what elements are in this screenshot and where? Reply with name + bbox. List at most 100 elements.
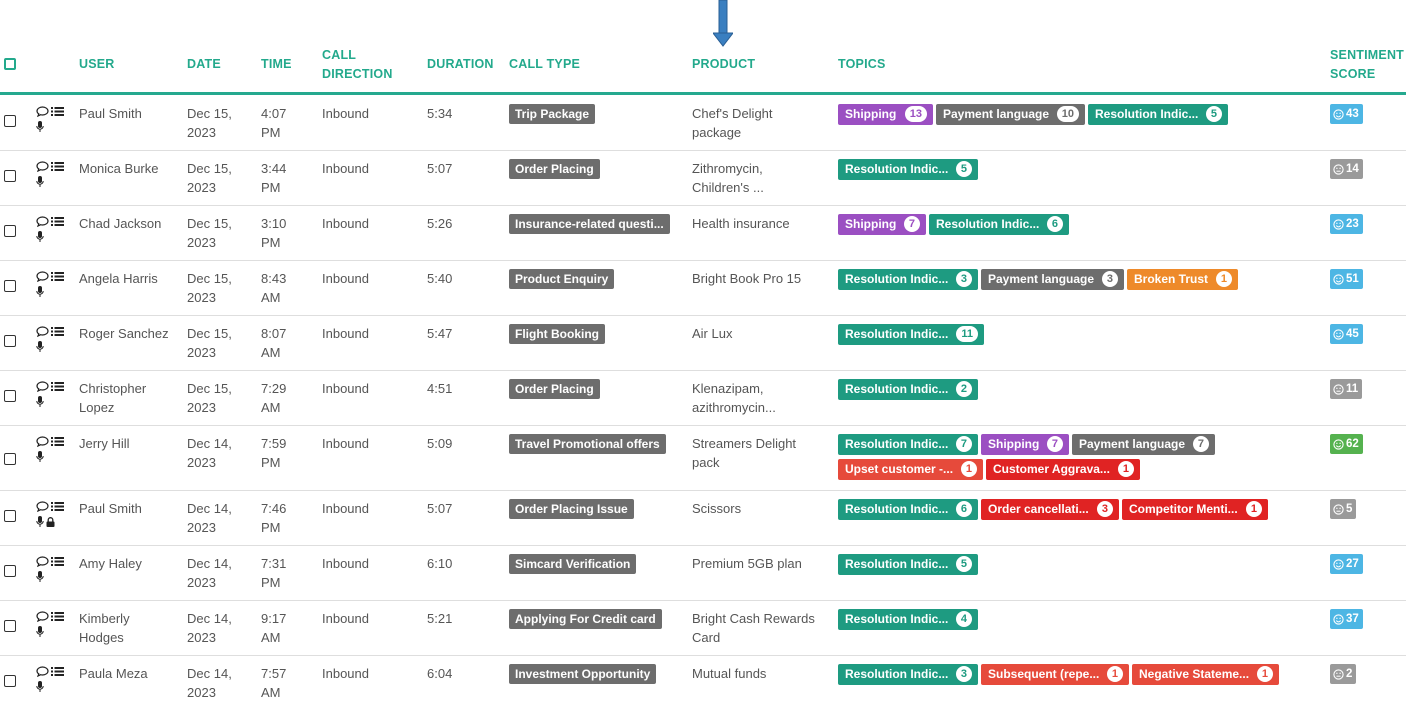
topic-tag[interactable]: Shipping 13: [838, 104, 933, 125]
table-row[interactable]: Angela Harris Dec 15, 2023 8:43 AM Inbound 5:4…: [0, 261, 1406, 316]
microphone-icon[interactable]: [36, 231, 44, 242]
chat-icon[interactable]: [36, 106, 49, 117]
topic-tag[interactable]: Shipping 7: [838, 214, 926, 235]
list-icon[interactable]: [51, 501, 64, 512]
row-checkbox[interactable]: [4, 170, 16, 182]
list-icon[interactable]: [51, 666, 64, 677]
row-checkbox[interactable]: [4, 115, 16, 127]
topic-tag[interactable]: Broken Trust 1: [1127, 269, 1238, 290]
call-time-line: AM: [261, 685, 281, 700]
list-icon[interactable]: [51, 436, 64, 447]
call-duration: 6:04: [427, 666, 453, 681]
column-header-time[interactable]: TIME: [261, 55, 292, 74]
list-icon[interactable]: [51, 611, 64, 622]
column-header-duration[interactable]: DURATION: [427, 55, 494, 74]
call-date: Dec 14, 2023: [187, 664, 257, 701]
topic-tag[interactable]: Resolution Indic... 6: [929, 214, 1069, 235]
call-date: Dec 15, 2023: [187, 214, 257, 252]
column-header-call-type[interactable]: CALL TYPE: [509, 55, 580, 74]
row-checkbox[interactable]: [4, 280, 16, 292]
topic-tag[interactable]: Resolution Indic... 2: [838, 379, 978, 400]
table-row[interactable]: Paul Smith Dec 14, 2023 7:46 PM Inbound 5:07 Or…: [0, 491, 1406, 546]
table-row[interactable]: Chad Jackson Dec 15, 2023 3:10 PM Inbound 5:26…: [0, 206, 1406, 261]
chat-icon[interactable]: [36, 556, 49, 567]
chat-icon[interactable]: [36, 271, 49, 282]
topic-tag[interactable]: Payment language 7: [1072, 434, 1215, 455]
table-row[interactable]: Kimberly Hodges Dec 14, 2023 9:17 AM Inbound 5:…: [0, 601, 1406, 656]
chat-icon[interactable]: [36, 611, 49, 622]
list-icon[interactable]: [51, 556, 64, 567]
chat-icon[interactable]: [36, 326, 49, 337]
sentiment-score-value: 51: [1346, 273, 1359, 285]
topic-tag[interactable]: Resolution Indic... 5: [1088, 104, 1228, 125]
table-row[interactable]: Paul Smith Dec 15, 2023 4:07 PM Inbound 5:34 Tr…: [0, 96, 1406, 151]
table-row[interactable]: Jerry Hill Dec 14, 2023 7:59 PM Inbound 5:09 Tr…: [0, 426, 1406, 491]
microphone-icon[interactable]: [36, 516, 44, 527]
select-all-checkbox[interactable]: [4, 58, 16, 70]
list-icon[interactable]: [51, 271, 64, 282]
chat-icon[interactable]: [36, 501, 49, 512]
column-header-call-direction[interactable]: CALL DIRECTION: [322, 46, 393, 84]
topic-tag[interactable]: Resolution Indic... 3: [838, 664, 978, 685]
topic-tag[interactable]: Customer Aggrava... 1: [986, 459, 1140, 480]
microphone-icon[interactable]: [36, 626, 44, 637]
table-row[interactable]: Amy Haley Dec 14, 2023 7:31 PM Inbound 6:10 Sim…: [0, 546, 1406, 601]
microphone-icon[interactable]: [36, 451, 44, 462]
column-header-sentiment-score[interactable]: SENTIMENT SCORE: [1330, 46, 1404, 84]
microphone-icon[interactable]: [36, 396, 44, 407]
list-icon[interactable]: [51, 381, 64, 392]
row-checkbox[interactable]: [4, 335, 16, 347]
list-icon[interactable]: [51, 216, 64, 227]
column-header-topics[interactable]: TOPICS: [838, 55, 886, 74]
table-row[interactable]: Roger Sanchez Dec 15, 2023 8:07 AM Inbound 5:4…: [0, 316, 1406, 371]
row-checkbox[interactable]: [4, 390, 16, 402]
list-icon[interactable]: [51, 106, 64, 117]
topic-tag[interactable]: Payment language 3: [981, 269, 1124, 290]
row-checkbox[interactable]: [4, 675, 16, 687]
topic-tag[interactable]: Upset customer -... 1: [838, 459, 983, 480]
chat-icon[interactable]: [36, 161, 49, 172]
microphone-icon[interactable]: [36, 571, 44, 582]
topic-tag[interactable]: Resolution Indic... 5: [838, 159, 978, 180]
topic-tag[interactable]: Shipping 7: [981, 434, 1069, 455]
call-time-line: 3:44: [261, 161, 287, 176]
row-checkbox[interactable]: [4, 510, 16, 522]
topic-tag[interactable]: Resolution Indic... 6: [838, 499, 978, 520]
user-name: Paul Smith: [79, 499, 184, 518]
row-checkbox[interactable]: [4, 453, 16, 465]
topic-tag[interactable]: Resolution Indic... 3: [838, 269, 978, 290]
topic-tag[interactable]: Negative Stateme... 1: [1132, 664, 1279, 685]
microphone-icon[interactable]: [36, 176, 44, 187]
smile-face-icon: [1333, 613, 1344, 625]
column-header-date[interactable]: DATE: [187, 55, 221, 74]
column-header-user[interactable]: USER: [79, 55, 115, 74]
call-time: 4:07 PM: [261, 104, 316, 142]
topic-tag[interactable]: Resolution Indic... 5: [838, 554, 978, 575]
chat-icon[interactable]: [36, 381, 49, 392]
topic-tag[interactable]: Competitor Menti... 1: [1122, 499, 1268, 520]
column-header-product[interactable]: PRODUCT: [692, 55, 755, 74]
topic-tag[interactable]: Resolution Indic... 4: [838, 609, 978, 630]
chat-icon[interactable]: [36, 436, 49, 447]
call-time-line: PM: [261, 180, 281, 195]
microphone-icon[interactable]: [36, 286, 44, 297]
topic-tag[interactable]: Subsequent (repe... 1: [981, 664, 1129, 685]
topic-tag[interactable]: Payment language 10: [936, 104, 1085, 125]
topic-tag[interactable]: Resolution Indic... 11: [838, 324, 984, 345]
chat-icon[interactable]: [36, 666, 49, 677]
table-row[interactable]: Monica Burke Dec 15, 2023 3:44 PM Inbound 5:07…: [0, 151, 1406, 206]
microphone-icon[interactable]: [36, 681, 44, 692]
table-row[interactable]: Paula Meza Dec 14, 2023 7:57 AM Inbound 6:04 In…: [0, 656, 1406, 701]
chat-icon[interactable]: [36, 216, 49, 227]
microphone-icon[interactable]: [36, 121, 44, 132]
topic-tag[interactable]: Resolution Indic... 7: [838, 434, 978, 455]
topic-label: Resolution Indic...: [845, 382, 949, 396]
row-checkbox[interactable]: [4, 565, 16, 577]
microphone-icon[interactable]: [36, 341, 44, 352]
list-icon[interactable]: [51, 326, 64, 337]
row-checkbox[interactable]: [4, 620, 16, 632]
list-icon[interactable]: [51, 161, 64, 172]
topic-tag[interactable]: Order cancellati... 3: [981, 499, 1119, 520]
row-checkbox[interactable]: [4, 225, 16, 237]
table-row[interactable]: Christopher Lopez Dec 15, 2023 7:29 AM Inbound…: [0, 371, 1406, 426]
